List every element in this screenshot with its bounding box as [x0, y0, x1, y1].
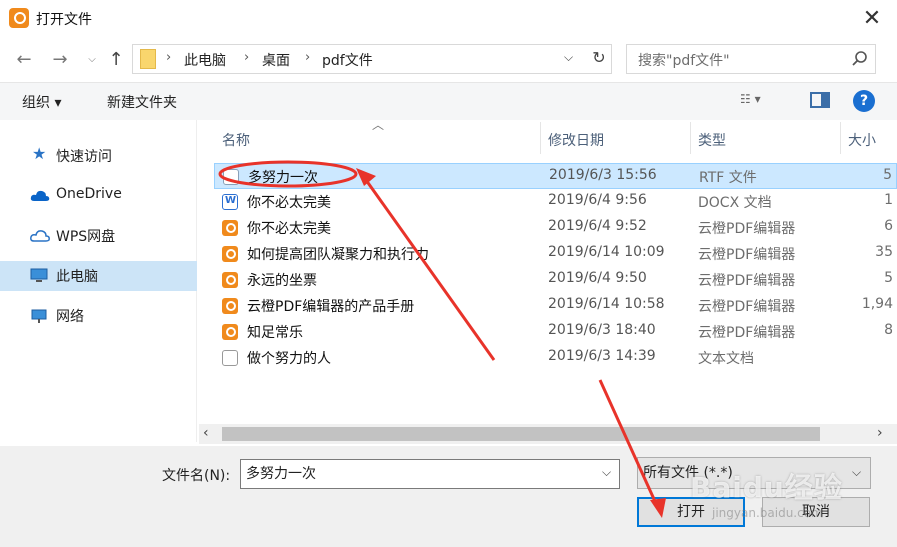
sidebar-item-quick-access[interactable]: ★ 快速访问 — [0, 141, 197, 171]
column-divider[interactable] — [540, 122, 541, 154]
file-row[interactable]: 知足常乐 2019/6/3 18:40 云橙PDF编辑器 8 — [214, 319, 897, 345]
back-arrow-icon[interactable]: ← — [12, 48, 36, 72]
watermark-logo: Baidu经验 — [690, 471, 843, 504]
document-icon — [223, 169, 239, 185]
pdf-icon — [222, 324, 238, 340]
refresh-icon[interactable]: ↻ — [588, 46, 610, 70]
pdf-icon — [222, 298, 238, 314]
column-divider[interactable] — [690, 122, 691, 154]
chevron-down-icon[interactable]: ⌵ — [602, 465, 611, 480]
forward-arrow-icon[interactable]: → — [48, 48, 72, 72]
folder-icon — [140, 49, 156, 69]
column-header-name[interactable]: 名称 — [222, 130, 250, 150]
breadcrumb-pdf-folder[interactable]: pdf文件 — [322, 50, 373, 70]
file-row[interactable]: 永远的坐票 2019/6/4 9:50 云橙PDF编辑器 5 — [214, 267, 897, 293]
file-row[interactable]: 云橙PDF编辑器的产品手册 2019/6/14 10:58 云橙PDF编辑器 1… — [214, 293, 897, 319]
pdf-icon — [222, 220, 238, 236]
file-row[interactable]: 做个努力的人 2019/6/3 14:39 文本文档 — [214, 345, 897, 371]
file-row[interactable]: 你不必太完美 2019/6/4 9:56 DOCX 文档 1 — [214, 189, 897, 215]
column-divider[interactable] — [840, 122, 841, 154]
column-header-type[interactable]: 类型 — [698, 130, 726, 150]
scroll-right-icon[interactable]: › — [877, 425, 883, 441]
computer-icon — [30, 268, 48, 282]
window-title: 打开文件 — [36, 12, 92, 28]
filename-label: 文件名(N): — [162, 468, 231, 484]
file-row[interactable]: 如何提高团队凝聚力和执行力 2019/6/14 10:09 云橙PDF编辑器 3… — [214, 241, 897, 267]
scrollbar-thumb[interactable] — [222, 427, 820, 441]
sidebar-item-onedrive[interactable]: OneDrive — [0, 181, 197, 211]
title-bar — [0, 0, 897, 38]
chevron-down-icon[interactable]: ⌵ — [852, 465, 861, 480]
breadcrumb-this-pc[interactable]: 此电脑 — [184, 50, 226, 70]
chevron-right-icon: › — [305, 50, 311, 65]
file-row[interactable]: 你不必太完美 2019/6/4 9:52 云橙PDF编辑器 6 — [214, 215, 897, 241]
file-row[interactable]: 多努力一次 2019/6/3 15:56 RTF 文件 5 — [214, 163, 897, 189]
pdf-icon — [222, 246, 238, 262]
sidebar-item-this-pc[interactable]: 此电脑 — [0, 261, 197, 291]
preview-pane-icon[interactable] — [810, 92, 830, 108]
chevron-down-icon[interactable]: ⌵ — [564, 50, 573, 65]
sidebar-item-network[interactable]: 网络 — [0, 301, 197, 331]
scroll-left-icon[interactable]: ‹ — [203, 425, 209, 441]
cloud-outline-icon — [30, 230, 50, 242]
cloud-icon — [30, 190, 50, 201]
organize-menu-button[interactable]: 组织 ▾ — [22, 92, 61, 112]
network-icon — [31, 309, 47, 323]
recent-dropdown-icon[interactable]: ⌵ — [80, 48, 104, 72]
column-header-date[interactable]: 修改日期 — [548, 130, 604, 150]
star-icon: ★ — [32, 144, 47, 163]
chevron-right-icon: › — [166, 50, 172, 65]
text-file-icon — [222, 350, 238, 366]
pdf-icon — [222, 272, 238, 288]
new-folder-button[interactable]: 新建文件夹 — [107, 92, 177, 112]
chevron-right-icon: › — [244, 50, 250, 65]
app-logo-icon — [9, 8, 29, 28]
view-options-icon[interactable]: ☷ ▾ — [740, 92, 780, 110]
search-placeholder: 搜索"pdf文件" — [638, 53, 730, 69]
help-icon[interactable]: ? — [853, 90, 875, 112]
docx-icon — [222, 194, 238, 210]
column-header-size[interactable]: 大小 — [848, 130, 876, 150]
sort-ascending-icon: ︿ — [372, 118, 385, 132]
up-arrow-icon[interactable]: ↑ — [104, 48, 128, 72]
filename-input[interactable]: 多努力一次 — [240, 459, 620, 489]
close-button[interactable]: ✕ — [852, 4, 892, 34]
breadcrumb-desktop[interactable]: 桌面 — [262, 50, 290, 70]
search-icon[interactable] — [851, 50, 869, 68]
watermark-url: jingyan.baidu.com — [712, 506, 823, 520]
sidebar-item-wps-drive[interactable]: WPS网盘 — [0, 221, 197, 251]
